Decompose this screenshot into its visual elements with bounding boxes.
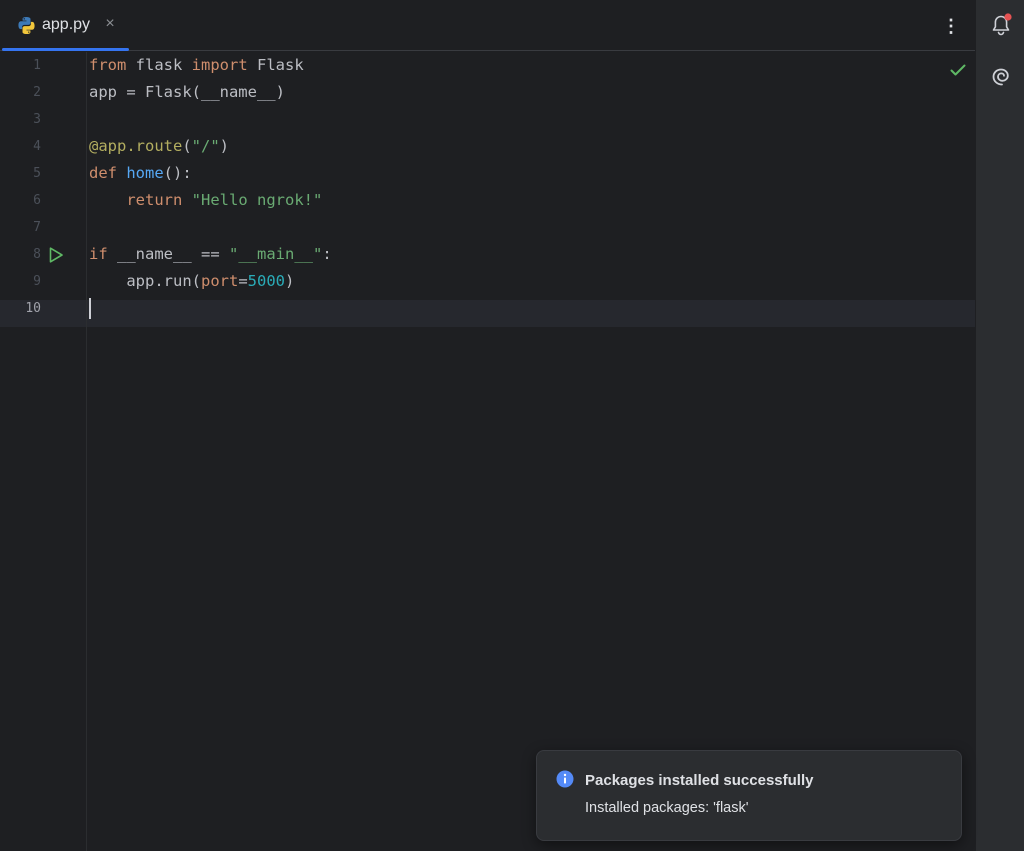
code-line[interactable]: 7: [0, 214, 975, 241]
code-text: def home():: [89, 160, 192, 187]
tab-title: app.py: [42, 16, 91, 33]
code-token: ():: [163, 164, 192, 182]
notifications-bell-icon[interactable]: [989, 12, 1013, 38]
code-line[interactable]: 10: [0, 295, 975, 322]
line-number: 1: [33, 58, 41, 73]
code-text: app = Flask(__name__): [89, 79, 285, 106]
code-line[interactable]: 9 app.run(port=5000): [0, 268, 975, 295]
code-token: =: [238, 272, 248, 290]
code-token: if: [89, 245, 108, 263]
code-token: ): [219, 137, 230, 155]
line-number: 10: [25, 301, 41, 316]
line-number: 4: [33, 139, 41, 154]
notification-title: Packages installed successfully: [585, 772, 814, 789]
code-token: app.run(: [89, 272, 201, 290]
python-icon: [18, 16, 35, 35]
notification-body: Installed packages: 'flask': [585, 800, 749, 816]
code-text: if __name__ == "__main__":: [89, 241, 332, 268]
code-token: app = Flask(__name__): [89, 83, 285, 101]
code-token: "__main__": [229, 245, 323, 263]
code-text: @app.route("/"): [89, 133, 229, 160]
code-text: app.run(port=5000): [89, 268, 294, 295]
code-token: :: [322, 245, 332, 263]
code-token: port: [200, 272, 239, 290]
info-icon: [556, 770, 574, 788]
code-line[interactable]: 3: [0, 106, 975, 133]
code-line[interactable]: 6 return "Hello ngrok!": [0, 187, 975, 214]
code-token: "Hello ngrok!": [191, 191, 323, 209]
code-token: Flask: [247, 56, 304, 74]
line-number: 9: [33, 274, 41, 289]
run-gutter-icon[interactable]: [46, 245, 66, 265]
code-editor[interactable]: 1 from flask import Flask 2 app = Flask(__n…: [0, 52, 975, 851]
code-token: home: [126, 164, 164, 182]
code-token: __name__ ==: [107, 245, 229, 263]
code-token: return: [126, 191, 183, 209]
code-token: 5000: [247, 272, 285, 290]
code-line[interactable]: 2 app = Flask(__name__): [0, 79, 975, 106]
line-number: 2: [33, 85, 41, 100]
code-token: from: [89, 56, 127, 74]
code-token: flask: [126, 56, 192, 74]
code-line[interactable]: 4 @app.route("/"): [0, 133, 975, 160]
editor-tab-bar: app.py × ⋮: [0, 0, 975, 51]
code-text: return "Hello ngrok!": [89, 187, 322, 214]
code-token: def: [89, 164, 117, 182]
line-number: 6: [33, 193, 41, 208]
line-number: 5: [33, 166, 41, 181]
code-line[interactable]: 8 if __name__ == "__main__":: [0, 241, 975, 268]
line-number: 3: [33, 112, 41, 127]
more-options-icon[interactable]: ⋮: [941, 14, 961, 38]
code-token: (: [182, 137, 192, 155]
right-tool-strip: [975, 0, 1024, 851]
close-icon[interactable]: ×: [103, 14, 117, 34]
notification-toast[interactable]: Packages installed successfully Installe…: [536, 750, 962, 841]
code-token: @app.route: [89, 137, 183, 155]
active-tab-indicator: [2, 48, 129, 51]
notification-badge: [1004, 13, 1012, 21]
line-number: 7: [33, 220, 41, 235]
code-text: from flask import Flask: [89, 52, 304, 79]
code-line[interactable]: 5 def home():: [0, 160, 975, 187]
code-line[interactable]: 1 from flask import Flask: [0, 52, 975, 79]
code-token: import: [191, 56, 248, 74]
line-number: 8: [33, 247, 41, 262]
code-token: ): [284, 272, 295, 290]
tab-app-py[interactable]: app.py ×: [0, 0, 130, 51]
text-caret: [89, 298, 91, 319]
code-token: "/": [191, 137, 220, 155]
ai-assistant-spiral-icon[interactable]: [990, 64, 1014, 88]
